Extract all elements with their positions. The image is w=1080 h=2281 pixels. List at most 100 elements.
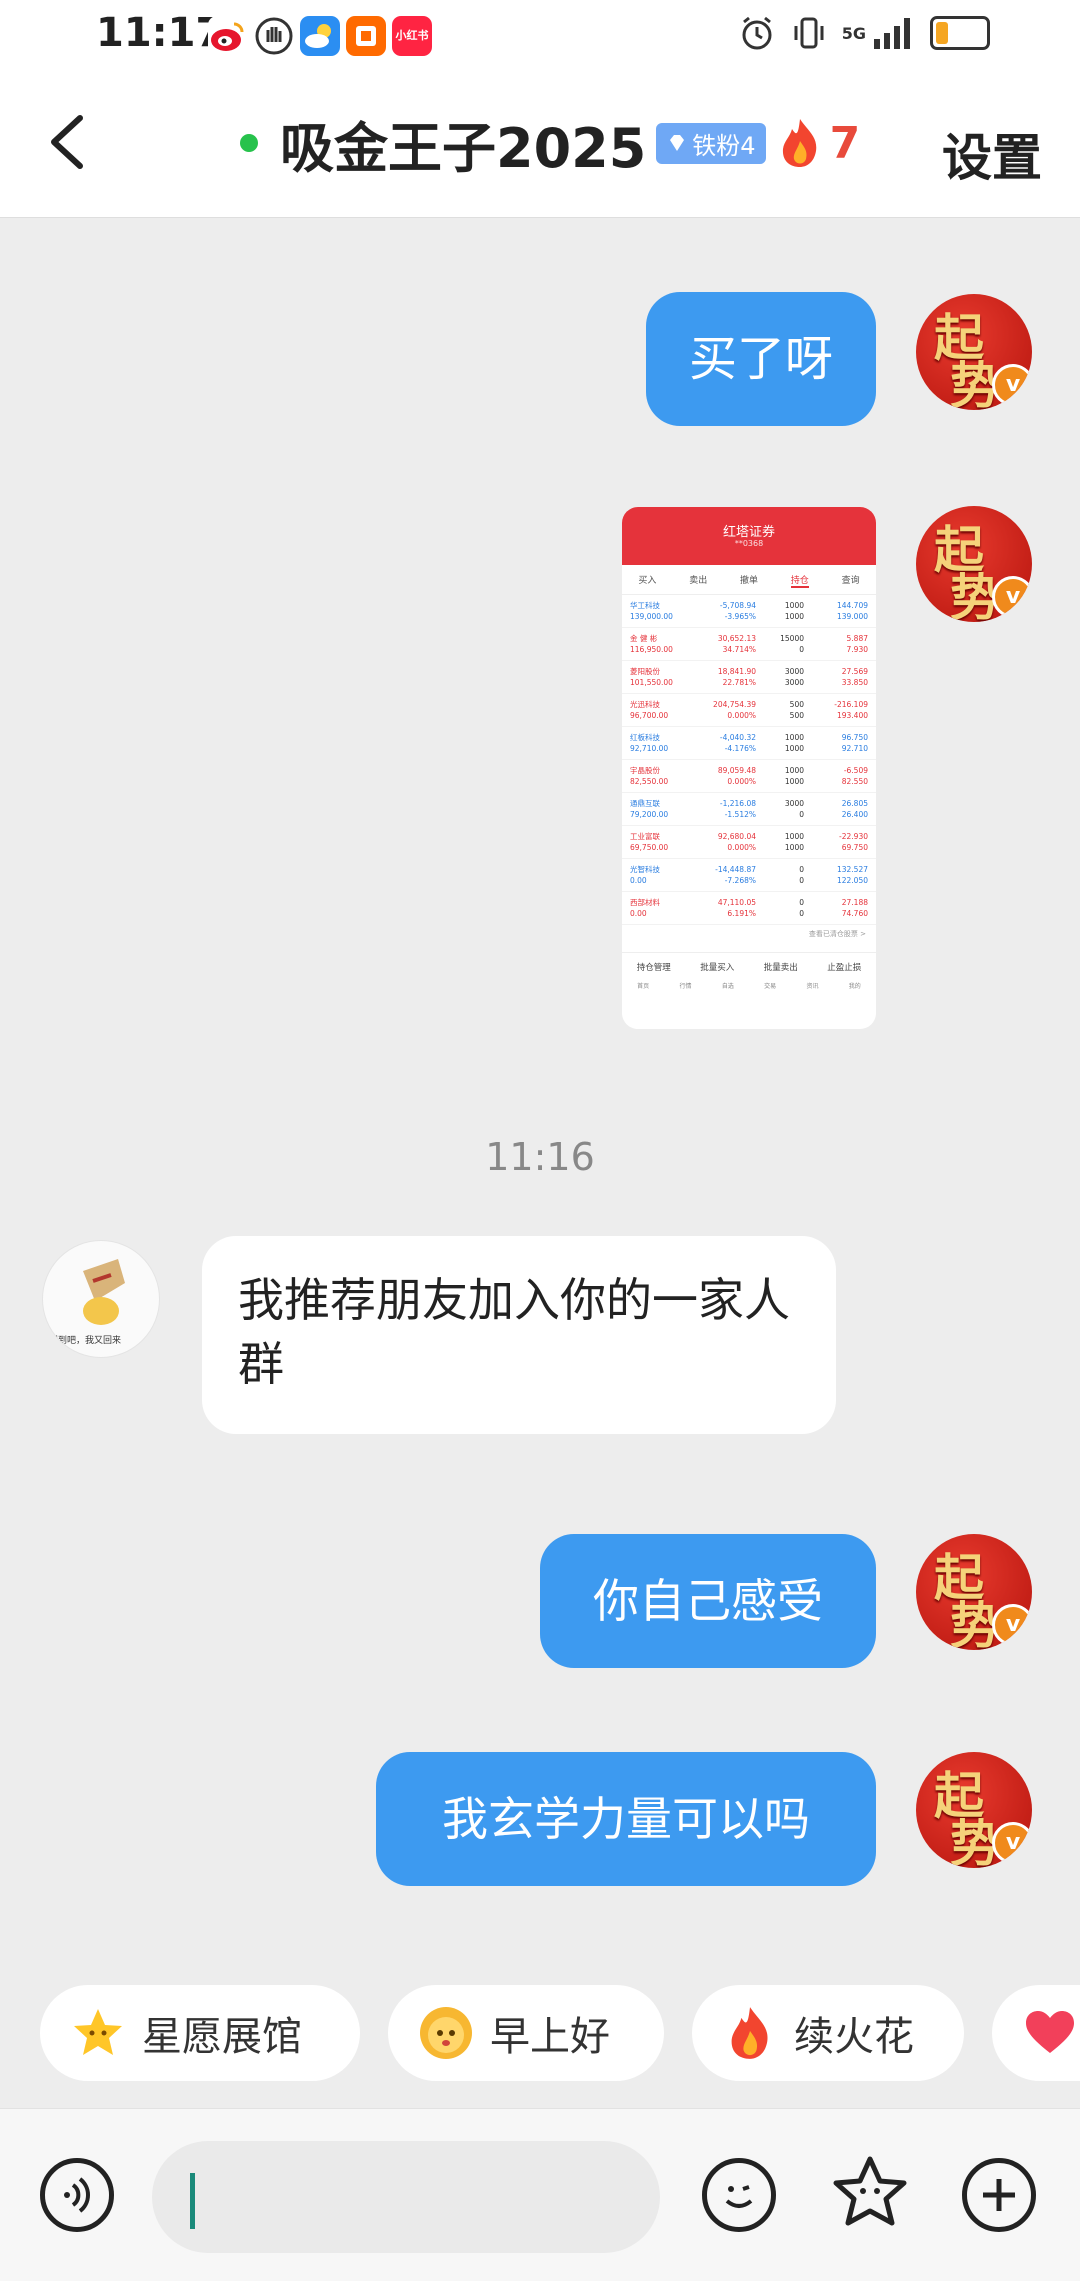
shot-cell: 西部材料 0.00 xyxy=(630,898,660,918)
shot-nav: 首页 行情 自选 交易 资讯 我的 xyxy=(622,981,876,990)
shot-footer-buttons: 持仓管理 批量买入 批量卖出 止盈止损 xyxy=(622,953,876,981)
shot-cell: 27.188 74.760 xyxy=(841,898,868,918)
shot-cell: -14,448.87 -7.268% xyxy=(715,865,756,885)
shot-tab: 查询 xyxy=(841,576,860,586)
verified-badge-icon: v xyxy=(992,1604,1032,1646)
shot-cell: -22.930 69.750 xyxy=(839,832,868,852)
avatar-me[interactable]: 起 势 v xyxy=(916,294,1032,410)
shot-tab: 持仓 xyxy=(790,573,809,588)
avatar-me[interactable]: 起 势 v xyxy=(916,506,1032,622)
settings-button[interactable]: 设置 xyxy=(942,118,1042,190)
shot-holding-row: 通鼎互联 79,200.00 -1,216.08 -1.512% 3000 0 26.805… xyxy=(622,793,876,826)
battery-icon xyxy=(930,16,990,50)
sticker-star-icon[interactable] xyxy=(828,2153,912,2237)
shot-cell: -216.109 193.400 xyxy=(834,700,868,720)
emoji-icon xyxy=(725,2185,753,2208)
shot-holding-row: 华工科技 139,000.00 -5,708.94 -3.965% 1000 1000 14… xyxy=(622,595,876,628)
shot-cell: 工业富联 69,750.00 xyxy=(630,832,669,852)
shot-nav-item: 资讯 xyxy=(806,983,819,990)
quick-reply-label: 星愿展馆 xyxy=(142,2014,302,2060)
verified-badge-icon: v xyxy=(992,576,1032,618)
shot-nav-item: 我的 xyxy=(848,983,861,990)
quick-reply-morning[interactable]: 早上好 xyxy=(388,1985,664,2081)
shot-nav-item: 首页 xyxy=(637,983,650,990)
shot-more-link: 查看已清仓股票 > xyxy=(808,930,866,938)
shot-holding-row: 西部材料 0.00 47,110.05 6.191% 0 0 27.188 74.760 xyxy=(622,892,876,925)
shot-holdings-list: 华工科技 139,000.00 -5,708.94 -3.965% 1000 1000 14… xyxy=(622,595,876,925)
voice-icon xyxy=(64,2177,90,2213)
shot-cell: 89,059.48 0.000% xyxy=(717,766,756,786)
plus-icon xyxy=(983,2179,1015,2211)
verified-badge-icon: v xyxy=(992,1822,1032,1864)
shot-holding-row: 金 健 彬 116,950.00 30,652.13 34.714% 15000 0 5.8… xyxy=(622,628,876,661)
shot-cell: 1000 1000 xyxy=(784,766,804,786)
streak-count: 7 xyxy=(829,117,861,169)
shared-image-message[interactable]: 红塔证券 **0368 买入 卖出 撤单 持仓 查询 华工科技 139,000.00 -5,… xyxy=(622,507,876,1029)
avatar-other[interactable]: 想到吧，我又回来 xyxy=(42,1240,160,1358)
back-arrow-icon[interactable] xyxy=(40,112,100,172)
xiaohongshu-icon: 小红书 xyxy=(392,16,432,56)
message-bubble-me[interactable]: 我玄学力量可以吗 xyxy=(376,1752,876,1886)
shot-cell: 144.709 139.000 xyxy=(836,601,868,621)
shot-tab: 卖出 xyxy=(689,576,708,586)
quick-reply-label: 续火花 xyxy=(794,2014,914,2060)
shot-footer-button: 批量卖出 xyxy=(763,963,798,973)
shot-footer: 持仓管理 批量买入 批量卖出 止盈止损 首页 行情 自选 交易 资讯 我的 xyxy=(622,952,876,1029)
shot-footer-button: 持仓管理 xyxy=(636,963,671,973)
shot-cell: 菱阳股份 101,550.00 xyxy=(630,667,673,687)
shot-cell: 通鼎互联 79,200.00 xyxy=(630,799,669,819)
shot-holding-row: 宇晶股份 82,550.00 89,059.48 0.000% 1000 1000 -6.5… xyxy=(622,760,876,793)
shot-cell: 96.750 92.710 xyxy=(841,733,868,753)
shot-cell: 500 500 xyxy=(789,700,804,720)
message-bubble-me[interactable]: 买了呀 xyxy=(646,292,876,426)
shot-cell: 光智科技 0.00 xyxy=(630,865,660,885)
text-caret xyxy=(190,2173,195,2229)
shot-cell: 18,841.90 22.781% xyxy=(717,667,756,687)
shot-cell: 5.887 7.930 xyxy=(846,634,868,654)
shot-holding-row: 光迅科技 96,700.00 204,754.39 0.000% 500 500 -216.… xyxy=(622,694,876,727)
shot-footer-button: 止盈止损 xyxy=(827,963,862,973)
shot-holding-row: 工业富联 69,750.00 92,680.04 0.000% 1000 1000 -22.… xyxy=(622,826,876,859)
chat-title-group[interactable]: 吸金王子2025 铁粉4 7 xyxy=(240,108,861,180)
shot-cell: 3000 0 xyxy=(784,799,804,819)
quick-reply-label: 早上好 xyxy=(490,2014,610,2060)
shot-cell: 红板科技 92,710.00 xyxy=(630,733,669,753)
voice-button[interactable] xyxy=(40,2158,114,2232)
shot-app-title: 红塔证券 xyxy=(722,525,775,540)
shot-cell: 00 xyxy=(799,898,804,918)
shot-cell: 宇晶股份 82,550.00 xyxy=(630,766,669,786)
fan-badge-label: 铁粉4 xyxy=(692,131,756,160)
more-button[interactable] xyxy=(962,2158,1036,2232)
shot-cell: -4,040.32 -4.176% xyxy=(719,733,756,753)
message-bubble-me[interactable]: 你自己感受 xyxy=(540,1534,876,1668)
flame-icon xyxy=(731,2007,768,2059)
shot-cell: -1,216.08 -1.512% xyxy=(719,799,756,819)
battery-level xyxy=(936,22,948,44)
shot-cell: 1000 1000 xyxy=(784,601,804,621)
quick-reply-flame[interactable]: 续火花 xyxy=(692,1985,964,2081)
alarm-icon xyxy=(742,16,772,50)
chat-header: 吸金王子2025 铁粉4 7 设置 xyxy=(0,72,1080,218)
avatar-me[interactable]: 起 势 v xyxy=(916,1752,1032,1868)
shot-cell: 30,652.13 34.714% xyxy=(717,634,756,654)
message-bubble-other[interactable]: 我推荐朋友加入你的一家人群 xyxy=(202,1236,836,1434)
quick-reply-star[interactable]: 星愿展馆 xyxy=(40,1985,360,2081)
heart-icon xyxy=(1026,2011,1074,2053)
shot-cell: 26.805 26.400 xyxy=(841,799,868,819)
quick-reply-heart[interactable] xyxy=(992,1985,1080,2081)
shot-cell: 华工科技 139,000.00 xyxy=(630,601,673,621)
shot-footer-button: 批量买入 xyxy=(700,963,735,973)
shot-nav-item: 自选 xyxy=(721,983,734,990)
shot-tab: 买入 xyxy=(638,576,657,586)
message-timestamp: 11:16 xyxy=(485,1135,595,1179)
avatar-me[interactable]: 起 势 v xyxy=(916,1534,1032,1650)
shot-cell: 金 健 彬 116,950.00 xyxy=(630,634,673,654)
online-status-dot xyxy=(240,134,258,152)
shot-cell: 92,680.04 0.000% xyxy=(717,832,756,852)
shot-cell: 132.527 122.050 xyxy=(836,865,868,885)
message-input[interactable] xyxy=(152,2141,660,2253)
fan-level-badge[interactable]: 铁粉4 xyxy=(656,122,766,164)
xiaohongshu-label: 小红书 xyxy=(395,29,429,42)
streak-indicator[interactable]: 7 xyxy=(778,117,861,169)
emoji-button[interactable] xyxy=(702,2158,776,2232)
